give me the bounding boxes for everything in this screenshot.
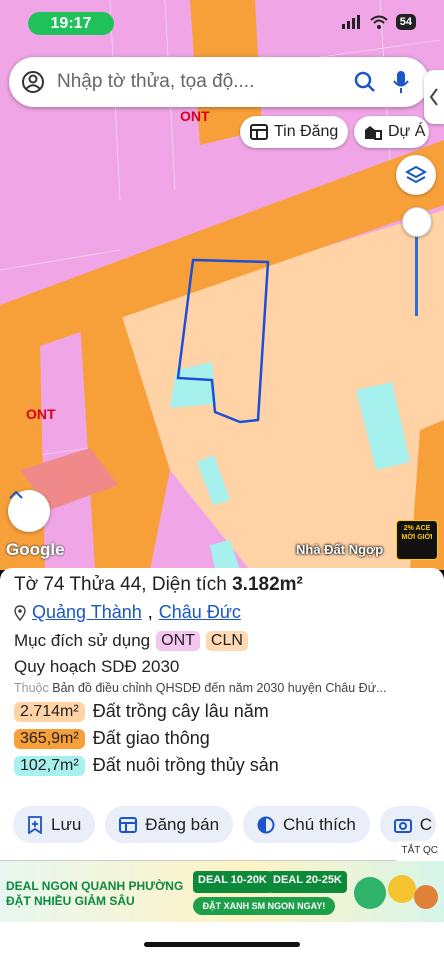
chip-label: Tin Đăng (274, 123, 339, 140)
promo-line: 2% ACE (403, 525, 431, 532)
land-use-row: Mục đích sử dụng ONT CLN (14, 631, 430, 651)
home-bar-area (0, 922, 444, 960)
zone-label: ONT (180, 108, 210, 124)
status-icons: 54 (341, 14, 416, 30)
legend-button[interactable]: Chú thích (243, 806, 370, 843)
parcel-area: 3.182m² (232, 574, 303, 595)
google-logo: Google (6, 540, 65, 559)
area-value: 2.714m² (14, 701, 85, 722)
area-value: 365,9m² (14, 728, 85, 749)
ad-banner[interactable]: TẮT QC DEAL NGON QUANH PHƯỜNG ĐẶT NHIỀU … (0, 841, 444, 922)
layers-icon (405, 165, 427, 184)
zone-label: ONT (26, 406, 56, 422)
area-label: Đất giao thông (92, 728, 210, 748)
home-indicator[interactable] (144, 942, 300, 947)
ad-close-button[interactable]: TẮT QC (395, 841, 444, 861)
parcel-title: Tờ 74 Thửa 44, Diện tích 3.182m² (14, 574, 430, 596)
listing-icon (119, 816, 138, 833)
deal-badge: DEAL 20-25K (268, 871, 347, 893)
land-use-badge: CLN (205, 631, 248, 651)
account-button[interactable] (9, 70, 57, 94)
location-pin-icon (14, 604, 26, 621)
search-bar[interactable] (9, 57, 429, 107)
action-bar: Lưu Đăng bán Chú thích C (13, 806, 437, 843)
ad-cta[interactable]: ĐẶT XANH SM NGON NGAY! (193, 897, 335, 915)
plan-source-text: Bản đồ điều chỉnh QHSDĐ đến năm 2030 huy… (52, 681, 387, 695)
post-listing-button[interactable]: Đăng bán (105, 806, 234, 843)
area-label: Đất nuôi trồng thủy sản (92, 755, 279, 775)
chip-label: Dự Á (388, 123, 426, 140)
legend-label: Chú thích (283, 814, 356, 834)
status-bar: 19:17 54 (0, 0, 444, 46)
more-action-button[interactable]: C (379, 806, 437, 843)
post-listing-label: Đăng bán (145, 814, 220, 834)
save-label: Lưu (51, 814, 82, 834)
building-icon (365, 126, 382, 140)
promo-badge[interactable]: 2% ACE MỜI GIỚI (396, 520, 438, 560)
search-icon (354, 71, 375, 92)
area-breakdown-row: 2.714m² Đất trồng cây lâu năm (14, 701, 430, 722)
plan-source-prefix: Thuộc (14, 681, 49, 695)
location-row: Quảng Thành, Châu Đức (14, 602, 430, 623)
search-input[interactable] (57, 71, 347, 93)
land-use-badge: ONT (156, 631, 200, 651)
plan-heading: Quy hoạch SDĐ 2030 (14, 657, 180, 676)
ward-link[interactable]: Quảng Thành (32, 602, 142, 623)
area-breakdown-row: 102,7m² Đất nuôi trồng thủy sản (14, 755, 430, 776)
promo-line: MỜI GIỚI (401, 534, 433, 541)
brand-watermark: Nhà Đất Ngợp (296, 542, 384, 557)
expand-panel-button[interactable] (8, 490, 50, 532)
area-label: Đất trồng cây lâu năm (92, 701, 269, 721)
camera-add-icon (393, 818, 412, 833)
projects-chip[interactable]: Dự Á (354, 116, 430, 148)
battery-indicator: 54 (395, 14, 416, 30)
wifi-icon (370, 15, 388, 29)
bookmark-add-icon (28, 815, 42, 834)
more-action-label: C (419, 814, 433, 834)
ad-headline-line: DEAL NGON QUANH PHƯỜNG (6, 879, 184, 893)
parcel-id: Tờ 74 Thửa 44, Diện tích (14, 574, 233, 595)
land-use-label: Mục đích sử dụng (14, 631, 151, 650)
signal-icon (341, 15, 360, 29)
opacity-slider-handle[interactable] (402, 207, 432, 237)
listings-chip[interactable]: Tin Đăng (240, 116, 349, 148)
plan-source: Thuộc Bản đồ điều chỉnh QHSDĐ đến năm 20… (14, 681, 430, 695)
layers-button[interactable] (396, 155, 436, 195)
opacity-slider-track[interactable] (415, 226, 418, 316)
status-time: 19:17 (28, 12, 114, 35)
ad-food-illustration (354, 875, 438, 909)
side-panel-toggle[interactable] (424, 70, 444, 124)
ad-headline: DEAL NGON QUANH PHƯỜNG ĐẶT NHIỀU GIẢM SÂ… (6, 879, 183, 909)
district-link[interactable]: Châu Đức (159, 602, 241, 623)
contrast-icon (257, 816, 275, 833)
parcel-info-panel: Tờ 74 Thửa 44, Diện tích 3.182m² Quảng T… (0, 568, 444, 860)
microphone-icon (393, 71, 409, 93)
chevron-left-icon (429, 88, 438, 106)
save-button[interactable]: Lưu (13, 806, 96, 843)
deal-badge: DEAL 10-20K (193, 871, 272, 893)
listing-icon (250, 124, 268, 140)
account-icon (22, 71, 44, 93)
chevron-up-icon (9, 490, 23, 499)
search-button[interactable] (347, 71, 383, 93)
ad-headline-line: ĐẶT NHIỀU GIẢM SÂU (6, 894, 135, 908)
area-value: 102,7m² (14, 755, 85, 776)
voice-button[interactable] (383, 70, 419, 94)
area-breakdown-row: 365,9m² Đất giao thông (14, 728, 430, 749)
